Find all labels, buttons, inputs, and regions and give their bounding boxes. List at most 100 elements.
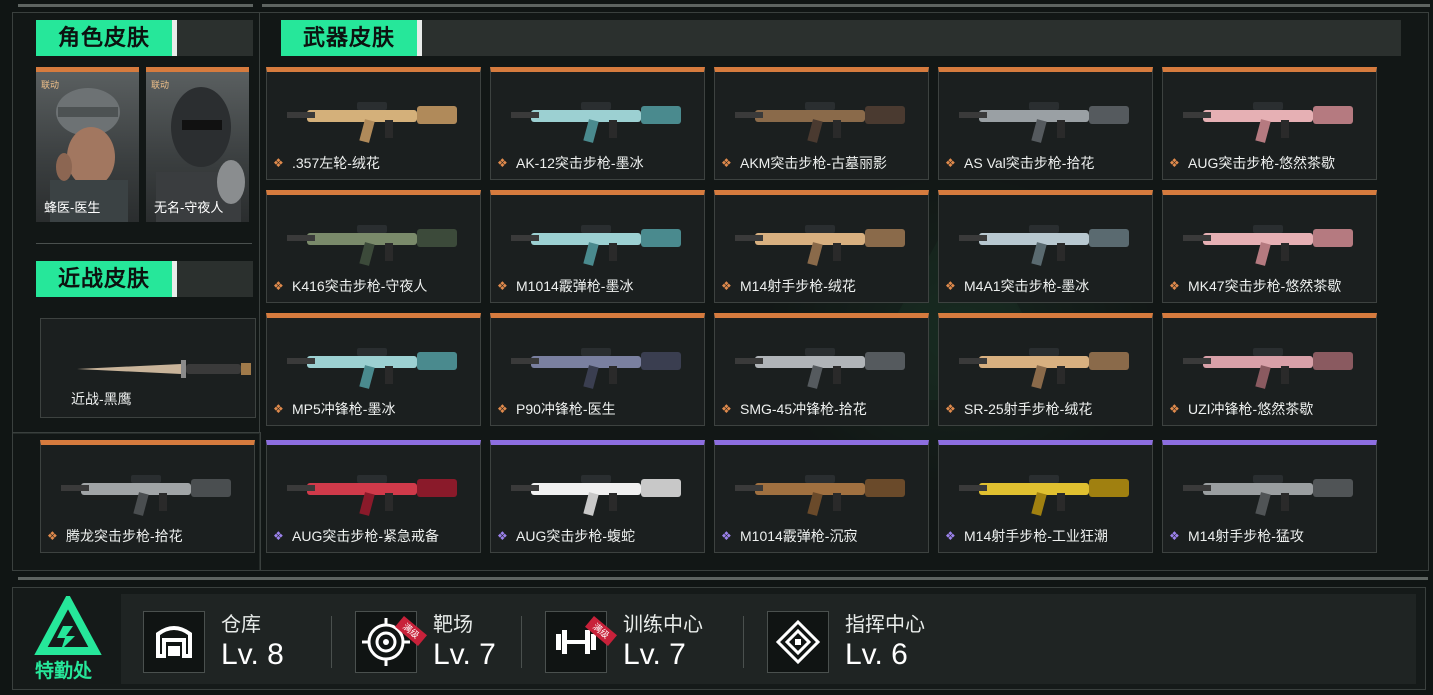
top-divider-right: [262, 4, 1430, 7]
weapon-card[interactable]: ❖ M14射手步枪-猛攻: [1162, 440, 1377, 553]
weapon-label: K416突击步枪-守夜人: [292, 278, 428, 294]
facility-range[interactable]: 满级 靶场 Lv. 7: [333, 594, 523, 684]
weapon-label: AK-12突击步枪-墨冰: [516, 155, 644, 171]
weapon-label: UZI冲锋枪-悠然茶歇: [1188, 401, 1314, 417]
rarity-diamond-icon: ❖: [945, 279, 956, 293]
weapon-label: MK47突击步枪-悠然茶歇: [1188, 278, 1342, 294]
rarity-diamond-icon: ❖: [721, 529, 732, 543]
character-skins-title: 角色皮肤: [36, 20, 178, 56]
weapon-card[interactable]: ❖ 腾龙突击步枪-拾花: [40, 440, 255, 553]
rarity-diamond-icon: ❖: [497, 402, 508, 416]
rarity-diamond-icon: ❖: [945, 529, 956, 543]
facility-name: 指挥中心: [845, 614, 925, 636]
weapon-label: M14射手步枪-绒花: [740, 278, 856, 294]
weapon-label: AUG突击步枪-蝮蛇: [516, 528, 635, 544]
facility-name: 靶场: [433, 614, 473, 636]
weapon-card[interactable]: ❖ AK-12突击步枪-墨冰: [490, 67, 705, 180]
facility-separator: [743, 616, 744, 668]
weapon-label: .357左轮-绒花: [292, 155, 380, 171]
weapon-label: M14射手步枪-猛攻: [1188, 528, 1304, 544]
facility-level: Lv. 8: [221, 638, 284, 671]
character-card[interactable]: 联动 蜂医-医生: [36, 67, 139, 222]
rarity-diamond-icon: ❖: [945, 402, 956, 416]
melee-skins-title: 近战皮肤: [36, 261, 178, 297]
rarity-diamond-icon: ❖: [497, 279, 508, 293]
rarity-diamond-icon: ❖: [47, 529, 58, 543]
dumbbell-icon: 满级: [545, 611, 617, 673]
character-skins-header: 角色皮肤: [36, 20, 253, 56]
facility-command[interactable]: 指挥中心 Lv. 6: [745, 594, 975, 684]
weapon-label: AUG突击步枪-悠然茶歇: [1188, 155, 1335, 171]
weapon-card[interactable]: ❖ AUG突击步枪-蝮蛇: [490, 440, 705, 553]
rarity-diamond-icon: ❖: [1169, 156, 1180, 170]
facility-separator: [521, 616, 522, 668]
weapon-card[interactable]: ❖ M4A1突击步枪-墨冰: [938, 190, 1153, 303]
weapon-label: M1014霰弹枪-沉寂: [740, 528, 858, 544]
section-divider: [36, 243, 252, 244]
weapon-skins-header: 武器皮肤: [281, 20, 1401, 56]
target-icon: 满级: [355, 611, 427, 673]
collab-tag: 联动: [41, 80, 60, 90]
melee-label: 近战-黑鹰: [71, 391, 132, 407]
weapon-card[interactable]: ❖ AUG突击步枪-悠然茶歇: [1162, 67, 1377, 180]
rarity-diamond-icon: ❖: [273, 529, 284, 543]
weapon-label: M4A1突击步枪-墨冰: [964, 278, 1090, 294]
rarity-diamond-icon: ❖: [721, 279, 732, 293]
weapon-card[interactable]: ❖ SMG-45冲锋枪-拾花: [714, 313, 929, 426]
weapon-card[interactable]: ❖ M1014霰弹枪-沉寂: [714, 440, 929, 553]
rarity-diamond-icon: ❖: [945, 156, 956, 170]
command-icon: [767, 611, 829, 673]
weapon-label: SR-25射手步枪-绒花: [964, 401, 1093, 417]
weapon-card[interactable]: ❖ K416突击步枪-守夜人: [266, 190, 481, 303]
weapon-skins-title: 武器皮肤: [281, 20, 423, 56]
rarity-diamond-icon: ❖: [497, 156, 508, 170]
rarity-diamond-icon: ❖: [273, 156, 284, 170]
facility-bar: 特勤处 仓库 Lv. 8 满级 靶场 Lv. 7 满级 训练中心 Lv. 7 指…: [12, 587, 1426, 690]
facility-name: 仓库: [221, 614, 261, 636]
weapon-label: SMG-45冲锋枪-拾花: [740, 401, 867, 417]
footer-divider: [18, 577, 1428, 580]
facility-name: 训练中心: [623, 614, 703, 636]
facility-level: Lv. 7: [623, 638, 686, 671]
rarity-diamond-icon: ❖: [721, 402, 732, 416]
collab-tag: 联动: [151, 80, 170, 90]
rarity-diamond-icon: ❖: [1169, 402, 1180, 416]
facility-warehouse[interactable]: 仓库 Lv. 8: [121, 594, 321, 684]
rarity-diamond-icon: ❖: [273, 279, 284, 293]
character-card[interactable]: 联动 无名-守夜人: [146, 67, 249, 222]
weapon-label: 腾龙突击步枪-拾花: [66, 528, 183, 544]
weapon-label: P90冲锋枪-医生: [516, 401, 616, 417]
rarity-diamond-icon: ❖: [273, 402, 284, 416]
weapon-card[interactable]: ❖ AKM突击步枪-古墓丽影: [714, 67, 929, 180]
weapon-label: M14射手步枪-工业狂潮: [964, 528, 1108, 544]
melee-card[interactable]: 近战-黑鹰: [40, 318, 256, 418]
weapon-card[interactable]: ❖ MP5冲锋枪-墨冰: [266, 313, 481, 426]
weapon-card[interactable]: ❖ P90冲锋枪-医生: [490, 313, 705, 426]
facility-training[interactable]: 满级 训练中心 Lv. 7: [523, 594, 743, 684]
weapon-card[interactable]: ❖ AS Val突击步枪-拾花: [938, 67, 1153, 180]
warehouse-icon: [143, 611, 205, 673]
top-divider-left: [18, 4, 253, 7]
rarity-diamond-icon: ❖: [721, 156, 732, 170]
weapon-card[interactable]: ❖ M14射手步枪-绒花: [714, 190, 929, 303]
character-label: 无名-守夜人: [154, 200, 224, 215]
facility-separator: [331, 616, 332, 668]
weapon-card[interactable]: ❖ M1014霰弹枪-墨冰: [490, 190, 705, 303]
weapon-label: AKM突击步枪-古墓丽影: [740, 155, 887, 171]
melee-skins-header: 近战皮肤: [36, 261, 253, 297]
facility-level: Lv. 6: [845, 638, 908, 671]
weapon-card[interactable]: ❖ M14射手步枪-工业狂潮: [938, 440, 1153, 553]
rarity-diamond-icon: ❖: [1169, 279, 1180, 293]
weapon-card[interactable]: ❖ UZI冲锋枪-悠然茶歇: [1162, 313, 1377, 426]
rarity-diamond-icon: ❖: [1169, 529, 1180, 543]
weapon-label: MP5冲锋枪-墨冰: [292, 401, 396, 417]
weapon-card[interactable]: ❖ SR-25射手步枪-绒花: [938, 313, 1153, 426]
character-label: 蜂医-医生: [44, 200, 101, 215]
weapon-card[interactable]: ❖ .357左轮-绒花: [266, 67, 481, 180]
weapon-card[interactable]: ❖ MK47突击步枪-悠然茶歇: [1162, 190, 1377, 303]
special-ops-label: 特勤处: [35, 661, 93, 682]
weapon-label: M1014霰弹枪-墨冰: [516, 278, 634, 294]
facility-strip: 仓库 Lv. 8 满级 靶场 Lv. 7 满级 训练中心 Lv. 7 指挥中心 …: [121, 594, 1416, 684]
weapon-label: AUG突击步枪-紧急戒备: [292, 528, 439, 544]
weapon-card[interactable]: ❖ AUG突击步枪-紧急戒备: [266, 440, 481, 553]
